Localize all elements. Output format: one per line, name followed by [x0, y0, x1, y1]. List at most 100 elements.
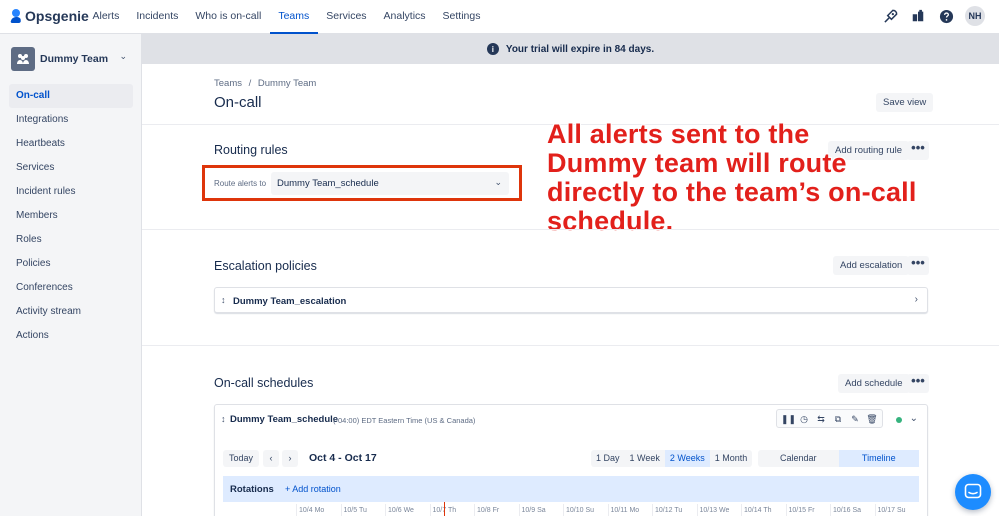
edit-icon[interactable]: ✎ [849, 413, 861, 425]
sidebar-item-policies[interactable]: Policies [9, 252, 133, 276]
next-icon[interactable]: › [282, 450, 298, 467]
sidebar-item-heartbeats[interactable]: Heartbeats [9, 132, 133, 156]
divider [142, 345, 999, 346]
nav-incidents[interactable]: Incidents [128, 0, 187, 34]
timeline-days: 10/4 Mo 10/5 Tu 10/6 We 10/7 Th 10/8 Fr … [296, 504, 919, 516]
copy-icon[interactable]: ⧉ [832, 413, 844, 425]
opsgenie-logo[interactable]: Opsgenie [11, 8, 89, 24]
sidebar-item-integrations[interactable]: Integrations [9, 108, 133, 132]
sidebar-item-on-call[interactable]: On-call [9, 84, 133, 108]
team-avatar-icon [11, 47, 35, 71]
sidebar-item-roles[interactable]: Roles [9, 228, 133, 252]
timeline-day: 10/12 Tu [652, 504, 697, 516]
breadcrumb-separator: / [248, 78, 252, 89]
save-view-button[interactable]: Save view [876, 93, 934, 112]
add-schedule-button[interactable]: Add schedule [838, 374, 910, 393]
trial-banner: i Your trial will expire in 84 days. [142, 34, 999, 64]
schedule-name[interactable]: Dummy Team_schedule [230, 414, 338, 425]
nav-settings[interactable]: Settings [434, 0, 489, 34]
timeline-day: 10/15 Fr [785, 504, 831, 516]
marketplace-icon[interactable] [909, 7, 927, 25]
annotation-callout: All alerts sent to the Dummy team will r… [547, 119, 917, 236]
sidebar-menu: On-call Integrations Heartbeats Services… [0, 84, 142, 348]
nav-who-is-on-call[interactable]: Who is on-call [187, 0, 270, 34]
pause-icon[interactable]: ❚❚ [781, 413, 796, 425]
help-icon[interactable] [937, 7, 955, 25]
date-range: Oct 4 - Oct 17 [309, 452, 377, 464]
sidebar-item-incident-rules[interactable]: Incident rules [9, 180, 133, 204]
escalation-more-icon[interactable]: ••• [907, 256, 929, 275]
nav-teams[interactable]: Teams [269, 0, 318, 34]
range-1-day[interactable]: 1 Day [591, 450, 625, 467]
sidebar: Dummy Team ⌄ On-call Integrations Heartb… [0, 34, 142, 516]
chevron-down-icon[interactable]: ⌄ [910, 413, 918, 424]
trial-banner-text: Your trial will expire in 84 days. [505, 43, 655, 55]
nav-alerts[interactable]: Alerts [84, 0, 128, 34]
sidebar-item-activity-stream[interactable]: Activity stream [9, 300, 133, 324]
breadcrumb-dummy-team[interactable]: Dummy Team [258, 78, 316, 89]
timeline-day: 10/14 Th [741, 504, 786, 516]
nav-services[interactable]: Services [318, 0, 375, 34]
info-icon: i [486, 43, 499, 55]
chat-button[interactable] [955, 474, 991, 510]
nav-analytics[interactable]: Analytics [375, 0, 434, 34]
timeline-day: 10/5 Tu [340, 504, 386, 516]
sidebar-item-services[interactable]: Services [9, 156, 133, 180]
opsgenie-logo-icon [11, 9, 21, 23]
trash-icon[interactable]: 🗑 [866, 413, 878, 425]
override-icon[interactable]: ◷ [798, 413, 810, 425]
drag-handle-icon[interactable]: ↕ [221, 414, 226, 424]
swap-icon[interactable]: ⇆ [815, 413, 827, 425]
escalation-name[interactable]: Dummy Team_escalation [233, 296, 346, 307]
range-2-weeks[interactable]: 2 Weeks [664, 450, 710, 467]
current-time-marker [444, 502, 445, 516]
timeline-day: 10/7 Th [429, 504, 475, 516]
chevron-right-icon[interactable]: › [915, 294, 918, 305]
timeline-day: 10/17 Su [874, 504, 920, 516]
schedule-card: ↕ Dummy Team_schedule (-04:00) EDT Easte… [214, 404, 928, 516]
schedule-timezone: (-04:00) EDT Eastern Time (US & Canada) [333, 416, 476, 425]
add-rotation-link[interactable]: + Add rotation [285, 484, 341, 494]
breadcrumb-teams[interactable]: Teams [214, 78, 242, 89]
routing-rules-title: Routing rules [214, 143, 288, 157]
range-selector: 1 Day 1 Week 2 Weeks 1 Month [591, 450, 753, 467]
sidebar-item-conferences[interactable]: Conferences [9, 276, 133, 300]
view-calendar[interactable]: Calendar [758, 450, 839, 467]
sidebar-item-members[interactable]: Members [9, 204, 133, 228]
add-escalation-button[interactable]: Add escalation [833, 256, 910, 275]
team-name: Dummy Team [40, 53, 109, 65]
rotations-label: Rotations [230, 484, 274, 495]
main-content: i Your trial will expire in 84 days. Tea… [142, 34, 999, 516]
team-switcher[interactable]: Dummy Team ⌄ [11, 47, 131, 71]
app-name: Opsgenie [25, 8, 89, 24]
user-avatar[interactable]: NH [965, 6, 985, 26]
drag-handle-icon[interactable]: ↕ [221, 295, 226, 305]
divider [142, 229, 999, 230]
timeline-day: 10/9 Sa [518, 504, 564, 516]
range-1-week[interactable]: 1 Week [625, 450, 665, 467]
page-title: On-call [214, 94, 262, 111]
timeline-day: 10/11 Mo [607, 504, 653, 516]
top-navigation: Opsgenie Alerts Incidents Who is on-call… [0, 0, 999, 34]
schedule-toolbar: ❚❚ ◷ ⇆ ⧉ ✎ 🗑 [776, 409, 883, 428]
timeline-day: 10/16 Sa [830, 504, 875, 516]
on-call-schedules-title: On-call schedules [214, 376, 314, 390]
chevron-down-icon: ⌄ [119, 51, 127, 61]
sidebar-item-actions[interactable]: Actions [9, 324, 133, 348]
nav-items: Alerts Incidents Who is on-call Teams Se… [84, 0, 489, 34]
timeline-day: 10/13 We [696, 504, 742, 516]
breadcrumb: Teams / Dummy Team [214, 78, 316, 89]
range-1-month[interactable]: 1 Month [710, 450, 753, 467]
previous-icon[interactable]: ‹ [263, 450, 279, 467]
today-button[interactable]: Today [223, 450, 260, 467]
timeline-day: 10/8 Fr [474, 504, 519, 516]
escalation-policies-title: Escalation policies [214, 259, 317, 273]
rocket-icon[interactable] [881, 7, 899, 25]
timeline-day: 10/10 Su [563, 504, 608, 516]
chat-icon [964, 483, 982, 499]
escalation-card[interactable]: ↕ Dummy Team_escalation › [214, 287, 928, 313]
schedules-more-icon[interactable]: ••• [907, 374, 929, 393]
timeline-day: 10/4 Mo [296, 504, 341, 516]
nav-right: NH [881, 6, 985, 26]
view-timeline[interactable]: Timeline [838, 450, 919, 467]
